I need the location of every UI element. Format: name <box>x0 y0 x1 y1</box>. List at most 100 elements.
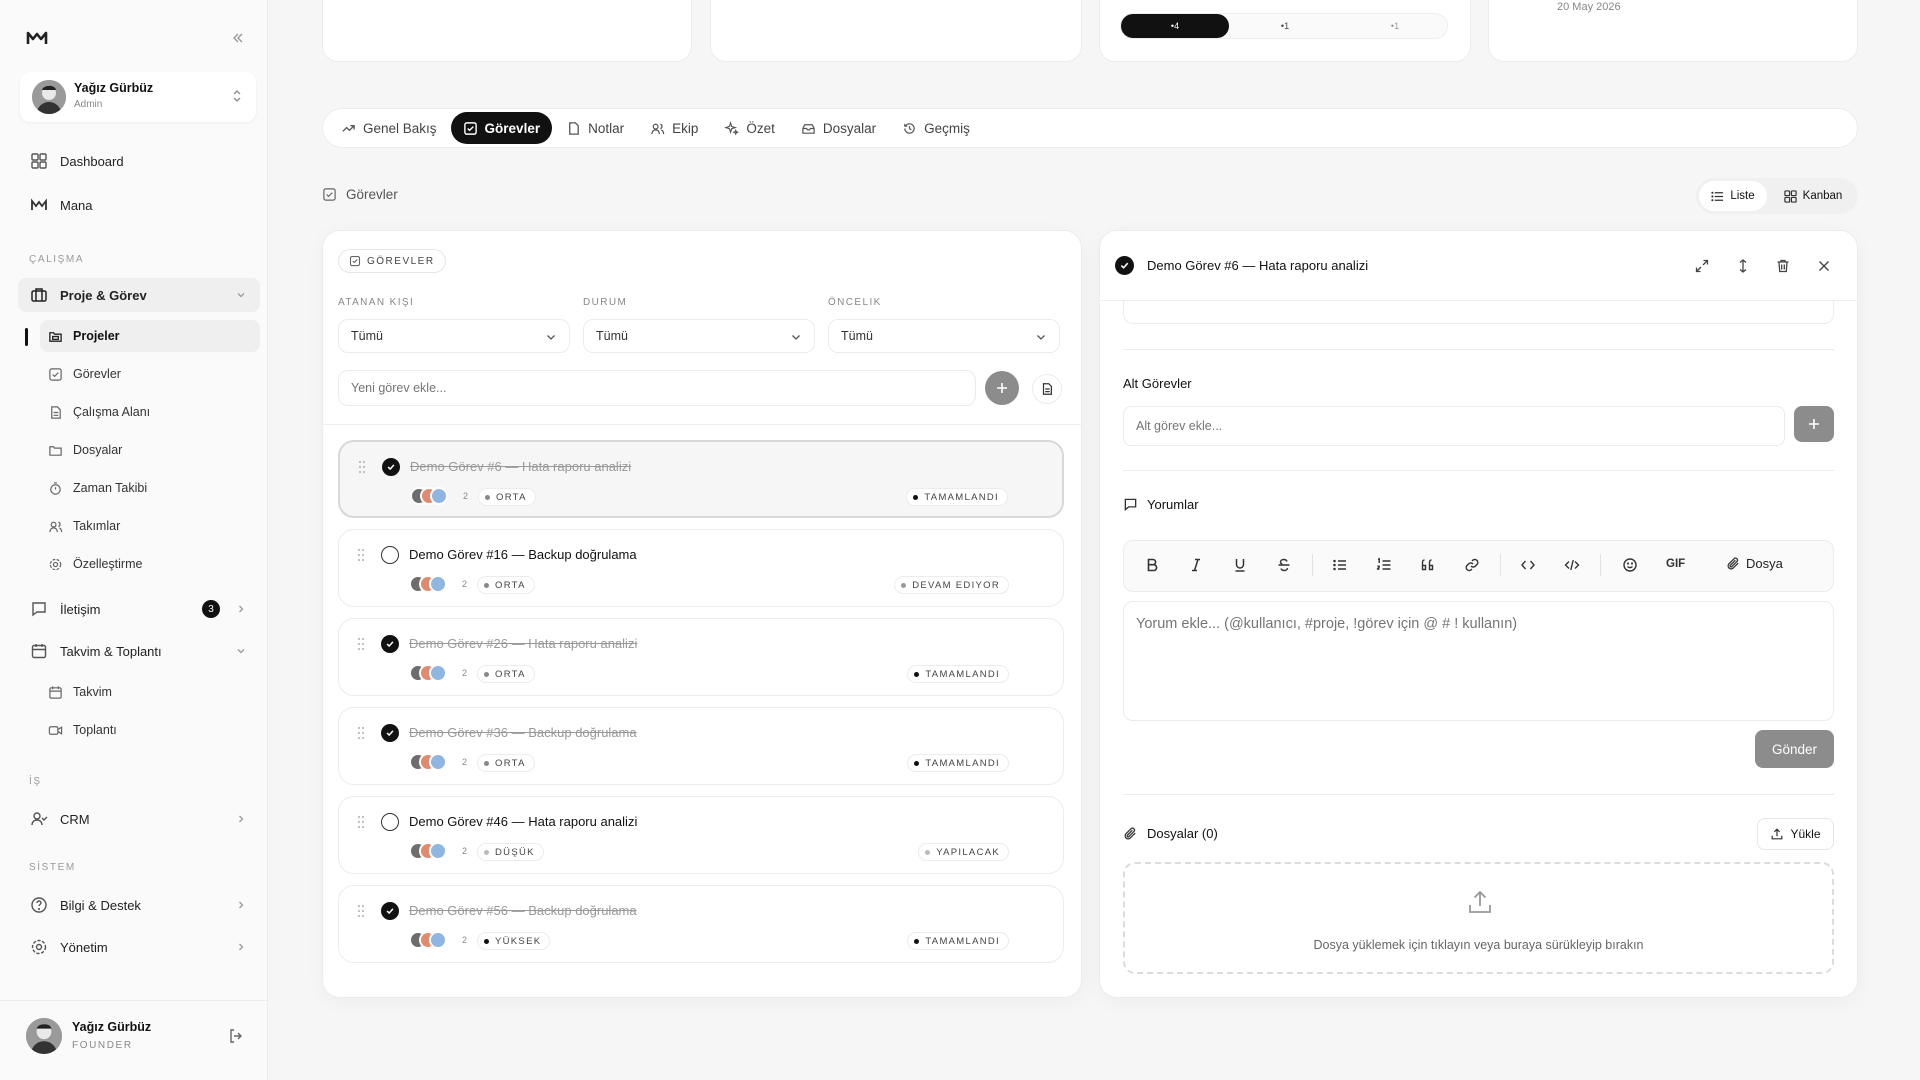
attach-file-button[interactable]: Dosya <box>1726 556 1783 571</box>
underline-icon[interactable] <box>1232 557 1248 573</box>
bold-icon[interactable] <box>1144 557 1160 573</box>
code-icon[interactable] <box>1520 557 1536 573</box>
numbered-list-icon[interactable] <box>1376 557 1392 573</box>
nav-dashboard[interactable]: Dashboard <box>18 144 260 178</box>
task-title: Demo Görev #36 — Backup doğrulama <box>409 725 637 740</box>
task-title: Demo Görev #6 — Hata raporu analizi <box>410 459 632 474</box>
task-card[interactable]: Demo Görev #46 — Hata raporu analizi 2 DÜŞ… <box>338 796 1064 874</box>
expand-icon[interactable] <box>1694 258 1710 274</box>
priority-select[interactable]: Tümü <box>828 319 1060 353</box>
assignee-avatars <box>410 487 448 505</box>
task-checkbox[interactable] <box>381 546 399 564</box>
task-template-button[interactable] <box>1032 374 1062 404</box>
priority-badge: DÜŞÜK <box>477 843 544 861</box>
avatar <box>429 753 447 771</box>
nav-sub-ozellestirme[interactable]: Özelleştirme <box>40 548 260 580</box>
nav-iletisim[interactable]: İletişim 3 <box>18 592 260 626</box>
nav-mana[interactable]: Mana <box>18 188 260 222</box>
new-task-input[interactable] <box>338 370 976 406</box>
nav-sub-takvim[interactable]: Takvim <box>40 676 260 708</box>
emoji-icon[interactable] <box>1622 557 1638 573</box>
task-checkbox[interactable] <box>381 902 399 920</box>
drag-handle-icon[interactable] <box>357 548 365 562</box>
bullet-list-icon[interactable] <box>1332 557 1348 573</box>
task-complete-toggle[interactable] <box>1115 256 1134 275</box>
tab-dosyalar[interactable]: Dosyalar <box>789 112 888 144</box>
task-card[interactable]: Demo Görev #6 — Hata raporu analizi 2 ORTA… <box>338 440 1064 518</box>
task-card[interactable]: Demo Görev #56 — Backup doğrulama 2 YÜKSEK… <box>338 885 1064 963</box>
link-icon[interactable] <box>1464 557 1480 573</box>
nav-sub-calisma-alani[interactable]: Çalışma Alanı <box>40 396 260 428</box>
code-block-icon[interactable] <box>1564 557 1580 573</box>
archive-icon <box>802 123 815 134</box>
drag-handle-icon[interactable] <box>357 637 365 651</box>
nav-bilgi-destek[interactable]: Bilgi & Destek <box>18 888 260 922</box>
tab-genel-bakis[interactable]: Genel Bakış <box>329 112 449 144</box>
task-checkbox[interactable] <box>381 724 399 742</box>
drag-handle-icon[interactable] <box>357 726 365 740</box>
comment-input[interactable] <box>1123 601 1834 721</box>
section-label-sistem: SİSTEM <box>29 862 76 873</box>
gif-button[interactable]: GIF <box>1666 558 1685 570</box>
nav-sub-label: Görevler <box>73 367 121 381</box>
upload-button[interactable]: Yükle <box>1757 818 1834 850</box>
task-checkbox[interactable] <box>382 458 400 476</box>
list-view-button[interactable]: Liste <box>1699 181 1767 211</box>
close-icon[interactable] <box>1816 258 1832 274</box>
nav-sub-zaman-takibi[interactable]: Zaman Takibi <box>40 472 260 504</box>
strikethrough-icon[interactable] <box>1276 557 1292 573</box>
nav-sub-label: Projeler <box>73 329 120 343</box>
tab-gecmis[interactable]: Geçmiş <box>890 112 982 144</box>
logout-icon[interactable] <box>228 1028 244 1044</box>
add-task-button[interactable] <box>985 371 1019 405</box>
status-label: DEVAM EDIYOR <box>912 579 1000 591</box>
nav-sub-projeler[interactable]: Projeler <box>40 320 260 352</box>
send-comment-button[interactable]: Gönder <box>1755 730 1834 768</box>
file-dropzone[interactable]: Dosya yüklemek için tıklayın veya buraya… <box>1123 862 1834 974</box>
subtask-input[interactable] <box>1123 406 1785 446</box>
brand-logo[interactable] <box>26 30 48 46</box>
nav-sub-takimlar[interactable]: Takımlar <box>40 510 260 542</box>
nav-sub-label: Takımlar <box>73 519 121 533</box>
nav-takvim-toplanti[interactable]: Takvim & Toplantı <box>18 634 260 668</box>
nav-sub-dosyalar[interactable]: Dosyalar <box>40 434 260 466</box>
collapse-sidebar-icon[interactable] <box>230 30 246 46</box>
tab-label: Görevler <box>484 120 541 136</box>
page-title-label: Görevler <box>346 187 398 202</box>
tab-gorevler[interactable]: Görevler <box>450 112 553 144</box>
nav-sub-gorevler[interactable]: Görevler <box>40 358 260 390</box>
assignee-select[interactable]: Tümü <box>338 319 570 353</box>
assignee-count: 2 <box>462 846 468 856</box>
task-checkbox[interactable] <box>381 635 399 653</box>
quote-icon[interactable] <box>1420 557 1436 573</box>
task-card[interactable]: Demo Görev #36 — Backup doğrulama 2 ORTA TA… <box>338 707 1064 785</box>
status-select[interactable]: Tümü <box>583 319 815 353</box>
description-field[interactable] <box>1123 300 1834 324</box>
task-title: Demo Görev #56 — Backup doğrulama <box>409 903 637 918</box>
drag-handle-icon[interactable] <box>357 904 365 918</box>
nav-yonetim-label: Yönetim <box>60 939 108 955</box>
task-card[interactable]: Demo Görev #26 — Hata raporu analizi 2 ORT… <box>338 618 1064 696</box>
chevron-down-icon <box>236 646 246 656</box>
trash-icon[interactable] <box>1775 258 1791 274</box>
drag-handle-icon[interactable] <box>358 460 366 474</box>
tab-notlar[interactable]: Notlar <box>554 112 636 144</box>
resize-vertical-icon[interactable] <box>1735 258 1751 274</box>
task-card[interactable]: Demo Görev #16 — Backup doğrulama 2 ORTA DE… <box>338 529 1064 607</box>
kanban-view-button[interactable]: Kanban <box>1772 181 1854 211</box>
status-badge: TAMAMLANDI <box>906 488 1008 506</box>
tab-ozet[interactable]: Özet <box>712 112 787 144</box>
task-checkbox[interactable] <box>381 813 399 831</box>
user-switcher[interactable]: Yağız Gürbüz Admin <box>20 72 256 122</box>
italic-icon[interactable] <box>1188 557 1204 573</box>
priority-badge: ORTA <box>477 665 535 683</box>
nav-crm[interactable]: CRM <box>18 802 260 836</box>
nav-crm-label: CRM <box>60 811 90 827</box>
nav-proje-gorev[interactable]: Proje & Görev <box>18 278 260 312</box>
add-subtask-button[interactable] <box>1794 406 1834 442</box>
nav-yonetim[interactable]: Yönetim <box>18 930 260 964</box>
tab-ekip[interactable]: Ekip <box>638 112 710 144</box>
drag-handle-icon[interactable] <box>357 815 365 829</box>
tab-label: Özet <box>746 120 775 136</box>
nav-sub-toplanti[interactable]: Toplantı <box>40 714 260 746</box>
